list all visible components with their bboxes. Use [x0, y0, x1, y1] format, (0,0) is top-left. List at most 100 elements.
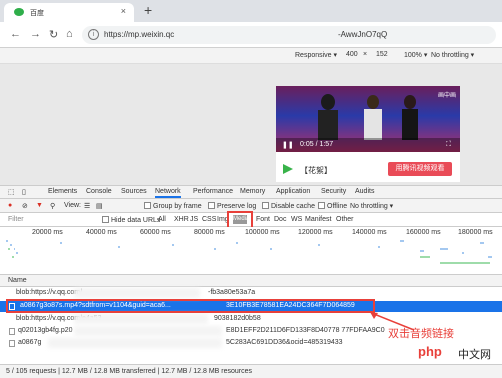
request-name-tail: E8D1EFF2D211D6FD133F8D40778 77FDFAA9C0 [226, 327, 385, 334]
device-emulation-area: Responsive ▾ 400 × 152 100% ▾ No throttl… [0, 48, 502, 185]
request-list-header[interactable]: Name [0, 275, 502, 287]
picture-in-picture-button[interactable]: 画中画 [438, 90, 456, 99]
filter-css[interactable]: CSS [202, 216, 216, 223]
tab-sources[interactable]: Sources [121, 188, 147, 195]
tab-bar: 百度 × + [0, 0, 502, 22]
clear-icon[interactable]: ⊘ [22, 202, 28, 210]
address-bar[interactable]: i https://mp.weixin.qc -AwwJnO7qQ [82, 26, 496, 44]
request-name: q02013gb4fg.p20 [18, 327, 73, 334]
selected-row-highlight-box [6, 299, 375, 313]
view-label: View: [64, 202, 81, 209]
network-throttle-select[interactable]: No throttling ▾ [350, 202, 393, 210]
filter-input[interactable]: Filter [8, 216, 24, 223]
file-icon [9, 328, 15, 335]
filter-manifest[interactable]: Manifest [305, 216, 331, 223]
video-label: 【花絮】 [300, 166, 332, 175]
url-text: https://mp.weixin.qc [104, 30, 175, 39]
browser-toolbar: ← → ↻ ⌂ i https://mp.weixin.qc -AwwJnO7q… [0, 22, 502, 48]
redaction-blur [74, 326, 222, 336]
request-summary: 5 / 105 requests | 12.7 MB / 12.8 MB tra… [6, 368, 253, 375]
throttle-select[interactable]: No throttling ▾ [431, 51, 474, 59]
device-select[interactable]: Responsive ▾ [295, 51, 337, 59]
checkbox-icon [318, 202, 325, 209]
filter-font[interactable]: Font [256, 216, 270, 223]
tab-security[interactable]: Security [321, 188, 346, 195]
offline-checkbox[interactable]: Offline [318, 202, 347, 210]
group-by-frame-label: Group by frame [153, 203, 202, 210]
back-icon[interactable]: ← [10, 28, 21, 40]
video-time: 0:05 / 1:57 [300, 141, 334, 148]
annotation-text: 双击音频链接 [388, 327, 454, 340]
width-field[interactable]: 400 [346, 51, 358, 58]
height-field[interactable]: 152 [376, 51, 388, 58]
request-name-tail: 9038182d0b58 [214, 315, 261, 322]
redaction-blur [74, 288, 200, 298]
tab-close-icon[interactable]: × [121, 6, 126, 16]
filter-doc[interactable]: Doc [274, 216, 286, 223]
offline-label: Offline [327, 203, 348, 210]
reload-icon[interactable]: ↻ [49, 28, 58, 41]
site-info-icon[interactable]: i [88, 29, 99, 40]
tencent-video-icon [283, 164, 293, 174]
record-icon[interactable]: ● [8, 202, 12, 209]
devtools-tab-bar: ⬚ ▯ Elements Console Sources Network Per… [0, 185, 502, 199]
fullscreen-icon[interactable]: ⛶ [446, 141, 451, 149]
filter-js[interactable]: JS [190, 216, 198, 223]
forward-icon[interactable]: → [30, 28, 41, 40]
hide-data-urls-checkbox[interactable]: Hide data URLs [102, 216, 160, 224]
new-tab-button[interactable]: + [144, 2, 152, 18]
php-logo: php [418, 344, 442, 359]
search-icon[interactable]: ⚲ [50, 202, 55, 210]
php-logo-text: 中文网 [458, 349, 491, 361]
video-player[interactable]: 画中画 ❚❚ 0:05 / 1:57 ⛶ [276, 86, 460, 152]
group-by-frame-checkbox[interactable]: Group by frame [144, 202, 202, 210]
filter-xhr[interactable]: XHR [174, 216, 189, 223]
baidu-paw-icon [14, 8, 24, 16]
checkbox-icon [144, 202, 151, 209]
overview-icon[interactable]: ▤ [96, 202, 103, 210]
dimension-times: × [363, 51, 368, 58]
home-icon[interactable]: ⌂ [66, 28, 73, 40]
request-name: a0867g [18, 339, 42, 346]
name-column-header: Name [8, 277, 27, 284]
filter-other[interactable]: Other [336, 216, 354, 223]
checkbox-icon [262, 202, 269, 209]
video-controls: ❚❚ 0:05 / 1:57 ⛶ [276, 138, 460, 152]
filter-icon[interactable]: ▼ [36, 202, 43, 209]
timeline-bars [6, 240, 492, 264]
tab-console[interactable]: Console [86, 188, 112, 195]
pause-icon[interactable]: ❚❚ [282, 141, 294, 149]
hide-data-urls-label: Hide data URLs [111, 217, 161, 224]
device-toolbar-icon[interactable]: ▯ [22, 188, 26, 196]
filter-ws[interactable]: WS [291, 216, 302, 223]
large-rows-icon[interactable]: ☰ [84, 202, 90, 210]
redaction-blur [48, 338, 222, 348]
preserve-log-checkbox[interactable]: Preserve log [208, 202, 256, 210]
checkbox-icon [208, 202, 215, 209]
tab-audits[interactable]: Audits [355, 188, 374, 195]
checkbox-icon [102, 216, 109, 223]
php-cn-logo: php 中文网 [418, 342, 498, 366]
url-text-tail: -AwwJnO7qQ [338, 30, 388, 39]
video-info-bar: 【花絮】 用腾讯视频观看 [276, 156, 460, 182]
tab-application[interactable]: Application [276, 188, 310, 195]
tab-performance[interactable]: Performance [193, 188, 233, 195]
disable-cache-label: Disable cache [271, 203, 315, 210]
disable-cache-checkbox[interactable]: Disable cache [262, 202, 315, 210]
zoom-select[interactable]: 100% ▾ [404, 51, 427, 59]
open-in-tencent-video-button[interactable]: 用腾讯视频观看 [388, 162, 452, 176]
tab-elements[interactable]: Elements [48, 188, 77, 195]
tab-network[interactable]: Network [155, 188, 181, 198]
tab-title: 百度 [30, 10, 44, 17]
network-status-bar: 5 / 105 requests | 12.7 MB / 12.8 MB tra… [0, 364, 502, 378]
tab-memory[interactable]: Memory [240, 188, 265, 195]
inspect-element-icon[interactable]: ⬚ [8, 188, 15, 196]
emulation-toolbar: Responsive ▾ 400 × 152 100% ▾ No throttl… [0, 48, 502, 64]
tab-baidu[interactable]: 百度 × [4, 3, 134, 22]
filter-all[interactable]: All [158, 216, 166, 223]
performers-image [318, 94, 418, 140]
emulated-page: 画中画 ❚❚ 0:05 / 1:57 ⛶ 【花絮】 用腾讯视频观看 [276, 86, 460, 182]
redaction-blur [74, 314, 208, 324]
file-icon [9, 340, 15, 347]
network-timeline[interactable]: 20000 ms 40000 ms 60000 ms 80000 ms 1000… [0, 227, 502, 275]
